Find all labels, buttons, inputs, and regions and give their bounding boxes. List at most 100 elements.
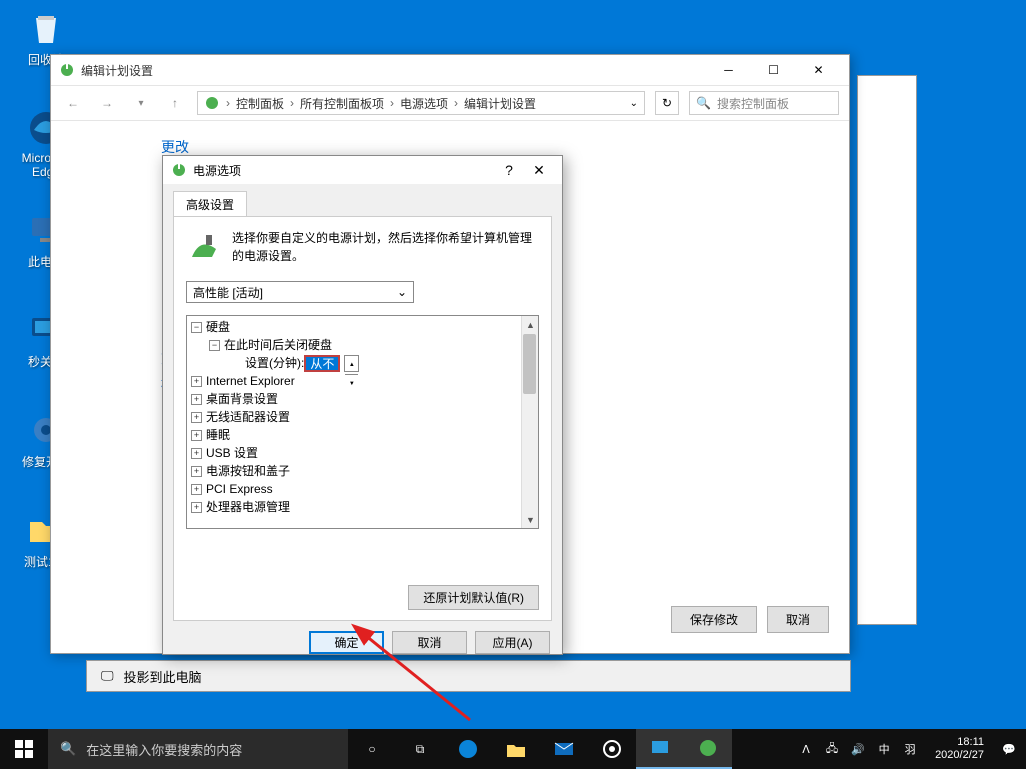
breadcrumb[interactable]: 所有控制面板项 [300,95,384,112]
start-button[interactable] [0,729,48,769]
taskbar-search[interactable]: 🔍 在这里输入你要搜索的内容 [48,729,348,769]
apply-button[interactable]: 应用(A) [475,631,550,654]
power-options-icon [171,162,187,178]
tree-node-cpu[interactable]: +处理器电源管理 [191,498,534,516]
restore-defaults-button[interactable]: 还原计划默认值(R) [408,585,539,610]
expand-icon[interactable]: + [191,376,202,387]
expand-icon[interactable]: + [191,466,202,477]
search-icon: 🔍 [696,96,711,110]
dialog-titlebar[interactable]: 电源选项 ? ✕ [163,156,562,184]
tree-node-power-button[interactable]: +电源按钮和盖子 [191,462,534,480]
task-view-button[interactable]: ⧉ [396,729,444,769]
tree-node-hdd-off[interactable]: −在此时间后关闭硬盘 [191,336,534,354]
tab-advanced[interactable]: 高级设置 [173,191,247,217]
up-button[interactable]: ↑ [163,91,187,115]
selected-plan: 高性能 [活动] [193,284,263,301]
background-window[interactable] [857,75,917,625]
volume-icon[interactable]: 🔊 [849,740,867,758]
clock[interactable]: 18:11 2020/2/27 [927,736,992,762]
tree-node-sleep[interactable]: +睡眠 [191,426,534,444]
refresh-button[interactable]: ↻ [655,91,679,115]
dialog-title: 电源选项 [193,162,241,179]
tab-page: 选择你要自定义的电源计划，然后选择你希望计算机管理的电源设置。 高性能 [活动]… [173,216,552,621]
breadcrumb[interactable]: 控制面板 [236,95,284,112]
taskbar-mail[interactable] [540,729,588,769]
ime-icon[interactable]: 中 [875,740,893,758]
chevron-down-icon: ⌄ [397,285,407,299]
chevron-right-icon: › [390,96,394,110]
setting-value-input[interactable]: 从不 [304,355,340,372]
taskbar-settings[interactable] [588,729,636,769]
cortana-button[interactable]: ○ [348,729,396,769]
power-options-icon [204,95,220,111]
power-plan-select[interactable]: 高性能 [活动] ⌄ [186,281,414,303]
recent-dropdown[interactable]: ▾ [129,91,153,115]
setting-label: 设置(分钟): [245,354,304,372]
tree-node-usb[interactable]: +USB 设置 [191,444,534,462]
search-icon: 🔍 [60,741,76,757]
dialog-description: 选择你要自定义的电源计划，然后选择你希望计算机管理的电源设置。 [232,229,539,265]
battery-icon [186,229,222,265]
dropdown-icon[interactable]: ⌄ [630,98,638,109]
expand-icon[interactable]: + [191,394,202,405]
search-placeholder: 在这里输入你要搜索的内容 [86,740,242,759]
close-button[interactable]: ✕ [796,56,841,84]
tray-overflow[interactable]: ᐱ [797,740,815,758]
save-button[interactable]: 保存修改 [671,606,757,633]
taskbar: 🔍 在这里输入你要搜索的内容 ○ ⧉ ᐱ 🖧 🔊 中 羽 18:11 2020/… [0,729,1026,769]
system-tray: ᐱ 🖧 🔊 中 羽 18:11 2020/2/27 💬 [789,729,1026,769]
spinner-up[interactable]: ▲ [345,356,358,375]
power-options-dialog: 电源选项 ? ✕ 高级设置 选择你要自定义的电源计划，然后选择你希望计算机管理的… [162,155,563,655]
address-bar[interactable]: › 控制面板 › 所有控制面板项 › 电源选项 › 编辑计划设置 ⌄ [197,91,645,115]
chevron-right-icon: › [290,96,294,110]
network-icon[interactable]: 🖧 [823,740,841,758]
breadcrumb[interactable]: 电源选项 [400,95,448,112]
chevron-right-icon: › [454,96,458,110]
scroll-up[interactable]: ▲ [522,316,539,333]
expand-icon[interactable]: + [191,484,202,495]
ok-button[interactable]: 确定 [309,631,384,654]
back-button[interactable]: ← [61,91,85,115]
recycle-bin-icon [26,8,66,48]
breadcrumb[interactable]: 编辑计划设置 [464,95,536,112]
taskbar-power-options[interactable] [684,729,732,769]
forward-button[interactable]: → [95,91,119,115]
tree-node-pci[interactable]: +PCI Express [191,480,534,498]
tree-node-desktop-bg[interactable]: +桌面背景设置 [191,390,534,408]
toolbar: ← → ▾ ↑ › 控制面板 › 所有控制面板项 › 电源选项 › 编辑计划设置… [51,85,849,121]
maximize-button[interactable]: ☐ [751,56,796,84]
scroll-thumb[interactable] [523,334,536,394]
cancel-button[interactable]: 取消 [767,606,829,633]
expand-icon[interactable]: + [191,430,202,441]
collapse-icon[interactable]: − [191,322,202,333]
taskbar-explorer[interactable] [492,729,540,769]
taskbar-control-panel[interactable] [636,729,684,769]
search-input[interactable]: 🔍 搜索控制面板 [689,91,839,115]
expand-icon[interactable]: + [191,502,202,513]
ime-mode-icon[interactable]: 羽 [901,740,919,758]
tree-node-ie[interactable]: +Internet Explorer [191,372,534,390]
cancel-button[interactable]: 取消 [392,631,467,654]
close-button[interactable]: ✕ [524,162,554,179]
scrollbar[interactable]: ▲ ▼ [521,316,538,528]
date: 2020/2/27 [935,749,984,762]
spinner-down[interactable]: ▼ [345,375,358,393]
settings-tree: −硬盘 −在此时间后关闭硬盘 设置(分钟): 从不 ▲▼ +Internet E… [186,315,539,529]
collapse-icon[interactable]: − [209,340,220,351]
scroll-down[interactable]: ▼ [522,511,539,528]
chevron-right-icon: › [226,96,230,110]
tree-node-hdd[interactable]: −硬盘 [191,318,534,336]
expand-icon[interactable]: + [191,412,202,423]
taskbar-edge[interactable] [444,729,492,769]
titlebar[interactable]: 编辑计划设置 ─ ☐ ✕ [51,55,849,85]
window-title: 编辑计划设置 [81,62,153,79]
action-center-icon[interactable]: 💬 [1000,740,1018,758]
spinner[interactable]: ▲▼ [344,355,359,372]
power-options-icon [59,62,75,78]
minimize-button[interactable]: ─ [706,56,751,84]
help-button[interactable]: ? [494,162,524,178]
project-icon: 🖵 [101,668,114,684]
tree-node-wifi[interactable]: +无线适配器设置 [191,408,534,426]
windows-icon [15,740,33,758]
expand-icon[interactable]: + [191,448,202,459]
